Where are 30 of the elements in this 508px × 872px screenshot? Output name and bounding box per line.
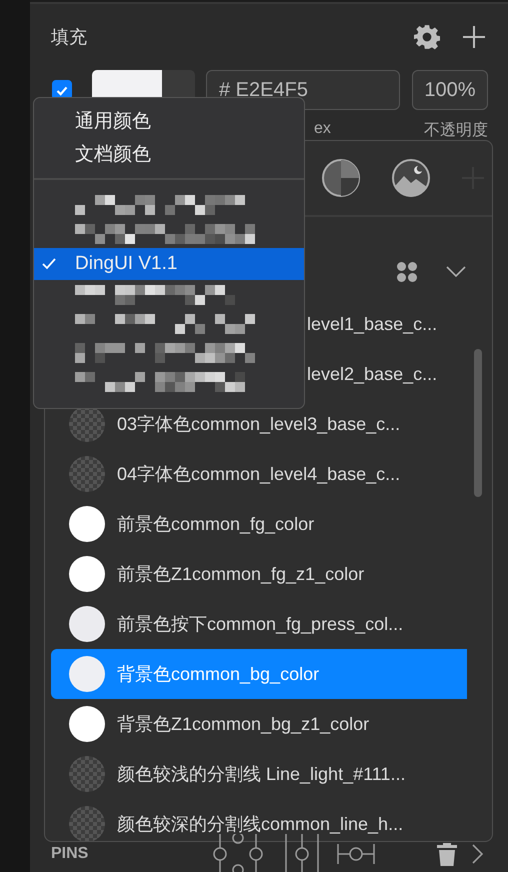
transparent-swatch-icon	[69, 456, 105, 492]
transparent-swatch-icon	[69, 406, 105, 442]
grid-icon[interactable]	[396, 261, 418, 283]
settings-icon[interactable]	[414, 24, 440, 50]
chevron-right-icon[interactable]	[472, 844, 484, 864]
menu-item[interactable]: 文档颜色	[34, 137, 304, 170]
scrollbar-thumb[interactable]	[474, 349, 482, 497]
color-item[interactable]: 背景色common_bg_color	[51, 649, 467, 699]
field-label: 不透明度	[424, 120, 488, 141]
opacity-field[interactable]: 100%	[412, 70, 488, 110]
pie-icon[interactable]	[321, 158, 361, 198]
section-title: PINS	[51, 845, 88, 863]
color-item[interactable]: 背景色Z1common_bg_z1_color	[51, 699, 467, 749]
checkmark-icon	[42, 258, 56, 270]
color-item[interactable]: 03字体色common_level3_base_c...	[51, 399, 467, 449]
field-label: ex	[314, 120, 331, 139]
color-item[interactable]: 前景色Z1common_fg_z1_color	[51, 549, 467, 599]
transparent-swatch-icon	[69, 756, 105, 792]
color-item[interactable]: 颜色较浅的分割线 Line_light_#111...	[51, 749, 467, 799]
section-title: 填充	[51, 26, 87, 49]
color-item[interactable]: 颜色较深的分割线common_line_h...	[51, 799, 467, 841]
color-item[interactable]: 前景色common_fg_color	[51, 499, 467, 549]
color-item[interactable]: 前景色按下common_fg_press_col...	[51, 599, 467, 649]
trash-icon[interactable]	[436, 841, 458, 867]
add-icon[interactable]	[462, 25, 486, 49]
image-icon[interactable]	[391, 158, 431, 198]
color-item[interactable]: 04字体色common_level4_base_c...	[51, 449, 467, 499]
chevron-down-icon[interactable]	[446, 266, 466, 278]
transparent-swatch-icon	[69, 806, 105, 841]
menu-item[interactable]: DingUI V1.1	[34, 248, 304, 280]
